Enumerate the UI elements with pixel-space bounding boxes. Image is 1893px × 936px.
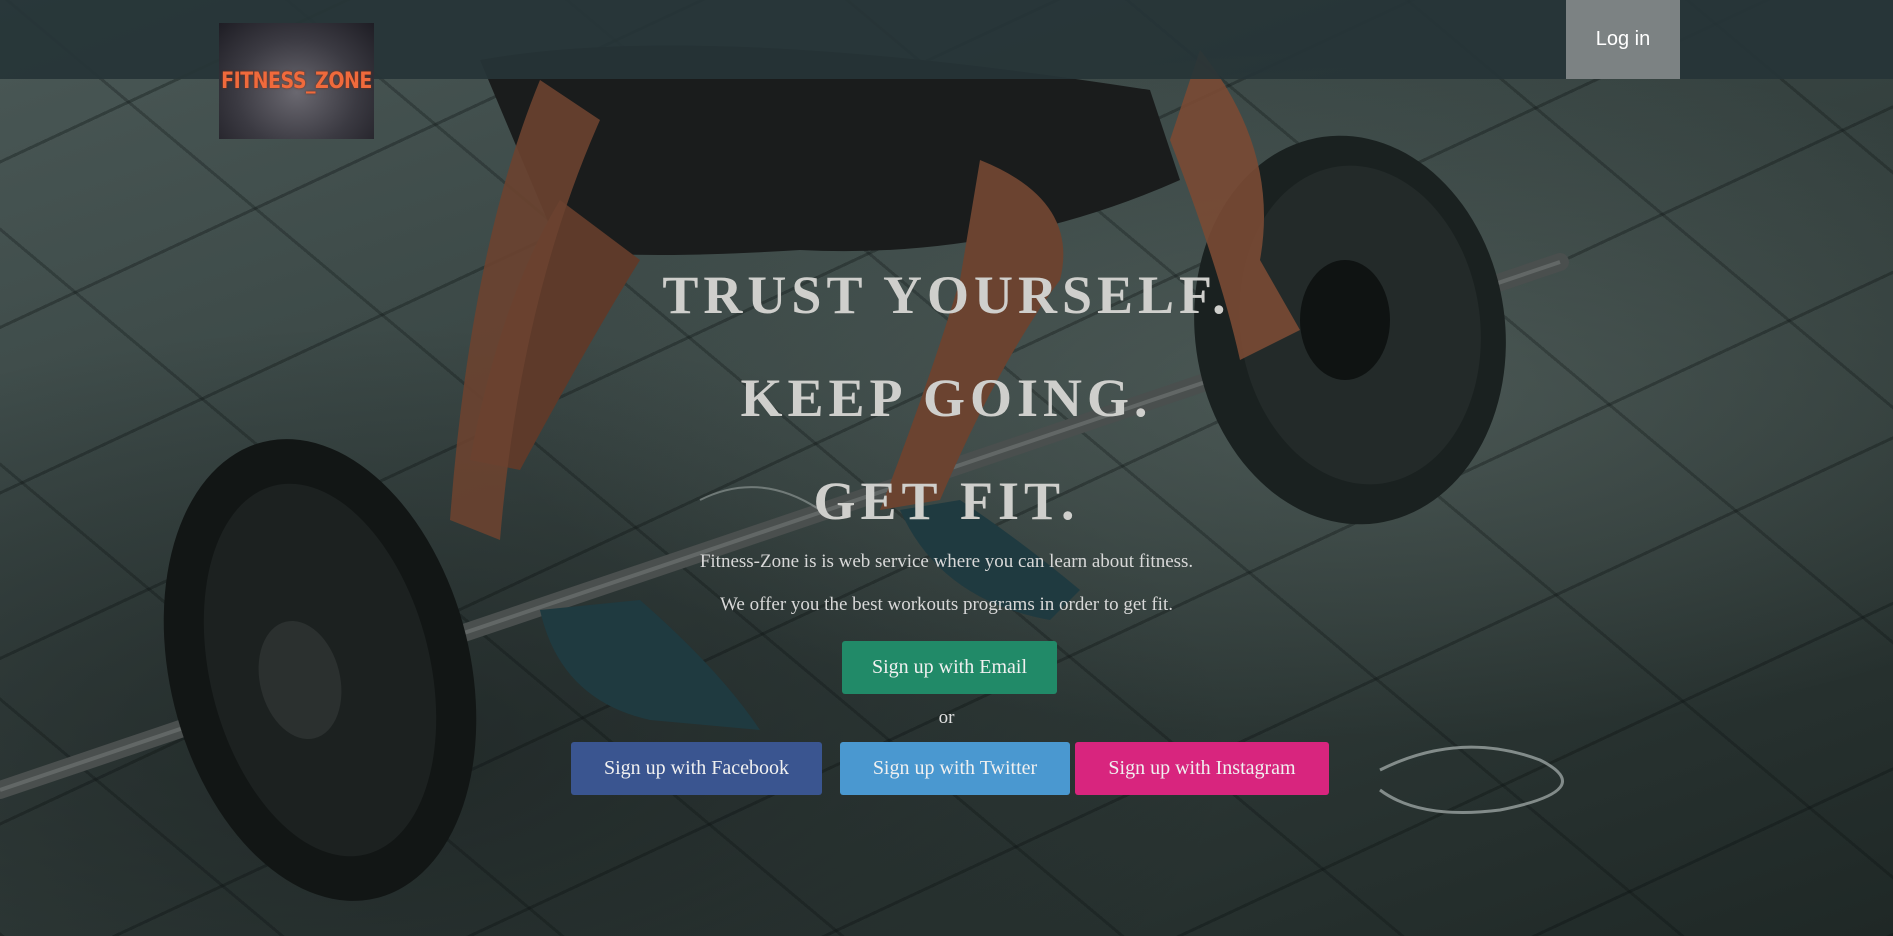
signup-twitter-button[interactable]: Sign up with Twitter (840, 742, 1070, 795)
description-line-2: We offer you the best workouts programs … (720, 594, 1173, 615)
signup-facebook-button[interactable]: Sign up with Facebook (571, 742, 822, 795)
or-separator: or (938, 707, 955, 728)
signup-email-button[interactable]: Sign up with Email (842, 641, 1057, 694)
description-line-1: Fitness-Zone is is web service where you… (699, 551, 1194, 572)
signup-instagram-button[interactable]: Sign up with Instagram (1075, 742, 1329, 795)
headline-line-3: GET FIT. (813, 471, 1080, 531)
headline-line-2: KEEP GOING. (740, 368, 1153, 428)
headline-line-1: TRUST YOURSELF. (662, 265, 1231, 325)
landing-page: Log in FITNESS_ZONE TRUST YOURSELF. KEEP… (0, 0, 1893, 936)
hero-section: TRUST YOURSELF. KEEP GOING. GET FIT. Fit… (0, 0, 1893, 936)
